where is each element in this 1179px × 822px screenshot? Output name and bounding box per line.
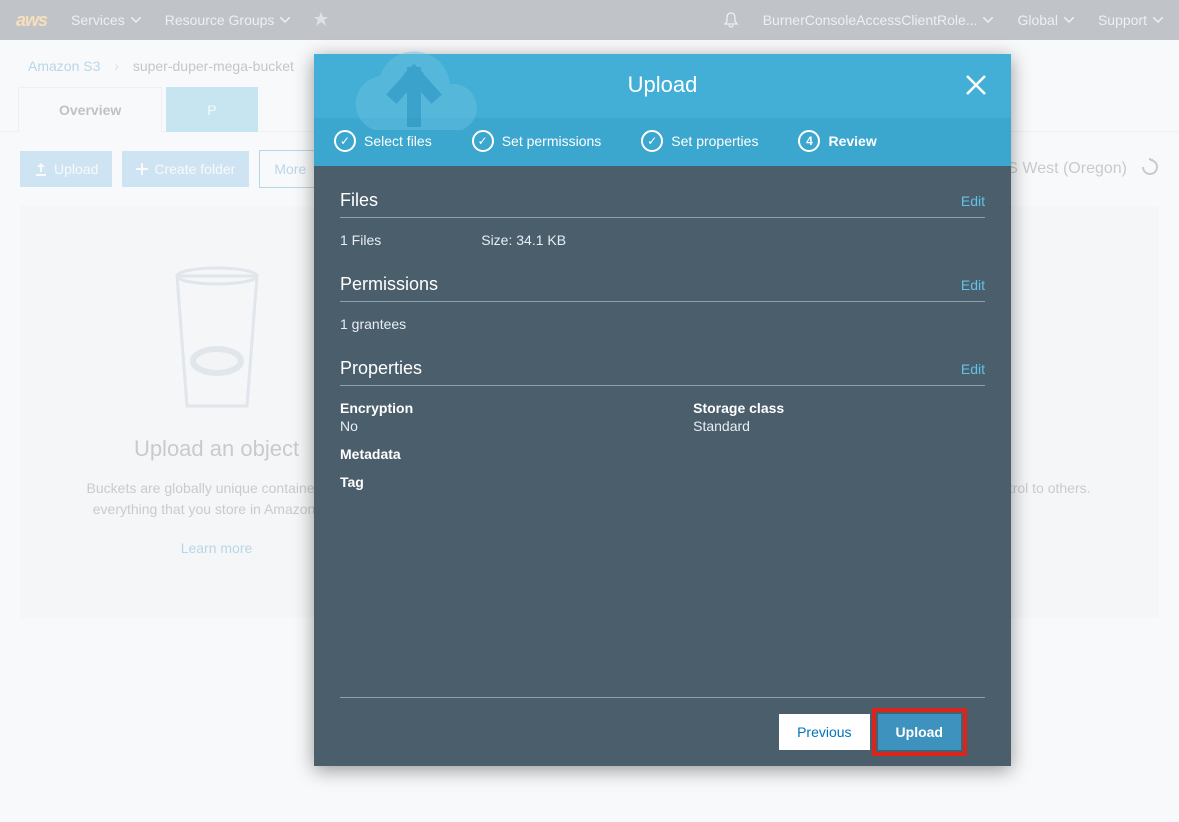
previous-button[interactable]: Previous	[779, 714, 869, 750]
files-size: Size: 34.1 KB	[481, 232, 566, 248]
modal-footer: Previous Upload	[340, 697, 985, 766]
properties-heading: Properties	[340, 358, 422, 379]
encryption-label: Encryption	[340, 400, 413, 416]
upload-modal: Upload Select files Set permissions Set …	[314, 54, 1011, 766]
close-icon	[965, 74, 987, 96]
modal-body: Files Edit 1 Files Size: 34.1 KB Permiss…	[314, 166, 1011, 697]
step-review[interactable]: 4 Review	[798, 130, 876, 152]
permissions-heading: Permissions	[340, 274, 438, 295]
permissions-section: Permissions Edit 1 grantees	[340, 274, 985, 332]
files-heading: Files	[340, 190, 378, 211]
storage-class-value: Standard	[693, 418, 784, 434]
files-count: 1 Files	[340, 232, 381, 248]
tag-label: Tag	[340, 474, 413, 490]
check-icon	[641, 130, 663, 152]
properties-edit-link[interactable]: Edit	[961, 361, 985, 377]
files-section: Files Edit 1 Files Size: 34.1 KB	[340, 190, 985, 248]
step-number: 4	[798, 130, 820, 152]
properties-section: Properties Edit Encryption No Metadata T…	[340, 358, 985, 502]
close-button[interactable]	[965, 74, 987, 101]
cloud-upload-icon	[334, 50, 494, 160]
metadata-label: Metadata	[340, 446, 413, 462]
upload-submit-button[interactable]: Upload	[878, 714, 961, 750]
files-edit-link[interactable]: Edit	[961, 193, 985, 209]
step-set-properties[interactable]: Set properties	[641, 130, 758, 152]
encryption-value: No	[340, 418, 413, 434]
modal-header: Upload Select files Set permissions Set …	[314, 54, 1011, 166]
grantees-count: 1 grantees	[340, 316, 406, 332]
storage-class-label: Storage class	[693, 400, 784, 416]
permissions-edit-link[interactable]: Edit	[961, 277, 985, 293]
